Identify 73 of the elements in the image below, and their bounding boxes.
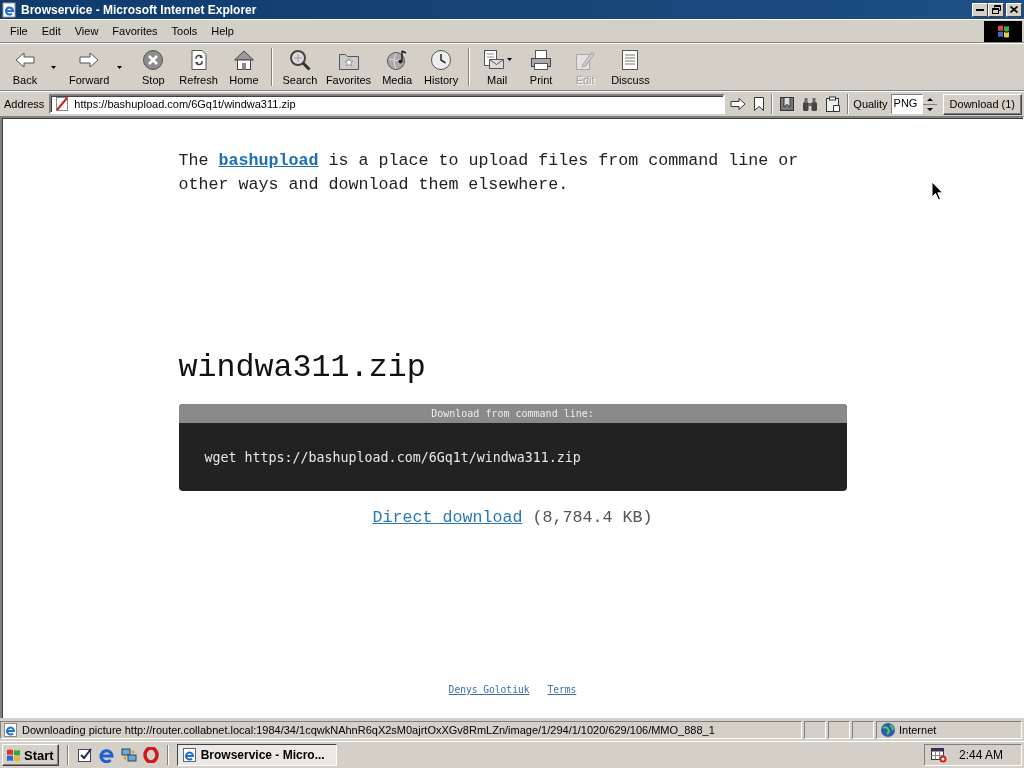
quality-label: Quality	[853, 98, 888, 110]
status-text: Downloading picture http://router.collabnet.local:1984/34/1cqwkNAhnR6qX2sM0ajrtOxXGv8RmLZn/image/1/294/1/1020/629/106/MMO_888_1	[22, 724, 715, 736]
quality-field[interactable]: PNG	[890, 94, 923, 114]
bashupload-link[interactable]: bashupload	[218, 151, 319, 170]
restore-icon	[991, 5, 1001, 14]
checkbox-icon[interactable]	[76, 747, 93, 763]
command-box-title: Download from command line:	[178, 404, 847, 423]
letter-o-icon[interactable]	[142, 747, 159, 763]
status-pane	[828, 721, 850, 739]
address-field[interactable]: https://bashupload.com/6Gq1t/windwa311.zip	[49, 94, 726, 114]
file-size: (8,784.4 KB)	[532, 507, 653, 529]
letter-e-icon[interactable]	[98, 747, 115, 763]
toolbar-button[interactable]: Favorites	[321, 45, 376, 89]
toolbar-button[interactable]: Stop	[131, 45, 176, 89]
download-button[interactable]: Download (1)	[942, 93, 1022, 115]
toolbar-button[interactable]: Search	[277, 45, 322, 89]
window-title: Browservice - Microsoft Internet Explorer	[21, 2, 257, 17]
restore-button[interactable]	[988, 2, 1004, 17]
monitors-icon[interactable]	[120, 747, 137, 763]
status-pane	[804, 721, 826, 739]
toolbar-button[interactable]: Media	[375, 45, 420, 89]
globe-note-icon	[386, 48, 409, 71]
page-icon	[54, 96, 71, 112]
flag-logo-icon	[984, 20, 1022, 42]
bookmark-icon	[753, 96, 766, 112]
menu-item[interactable]: View	[67, 25, 106, 37]
file-name-heading: windwa311.zip	[178, 349, 427, 388]
menu-item[interactable]: File	[3, 25, 35, 37]
toolbar-button[interactable]: Print	[519, 45, 564, 89]
globe-icon	[880, 722, 896, 738]
toolbar-button[interactable]: Back	[3, 45, 47, 89]
toolbar-button[interactable]: Discuss	[607, 45, 654, 89]
caret-icon	[506, 58, 512, 61]
status-pane	[852, 721, 874, 739]
menu-item[interactable]: Favorites	[105, 25, 165, 37]
toolbar-button[interactable]: Refresh	[175, 45, 222, 89]
minimize-button[interactable]	[972, 2, 988, 17]
minimize-icon	[976, 8, 984, 11]
right-arrow-icon	[730, 97, 747, 111]
toolbar-button[interactable]: Forward	[65, 45, 114, 89]
menu-item[interactable]: Edit	[34, 25, 68, 37]
menu-item[interactable]: Help	[204, 25, 241, 37]
caret-icon	[116, 65, 122, 69]
clock-text: 2:44 AM	[959, 748, 1004, 762]
clipboard-icon	[825, 96, 842, 112]
house-icon	[232, 48, 255, 71]
taskbar-button[interactable]: Browservice - Micro...	[176, 744, 337, 766]
close-icon	[1010, 6, 1018, 13]
binoculars-icon	[802, 96, 819, 112]
zone-label: Internet	[899, 724, 937, 736]
clock-icon	[430, 48, 453, 71]
calendar-icon[interactable]	[931, 747, 947, 763]
letter-e-icon	[181, 747, 198, 763]
toolbar-button[interactable]: Home	[221, 45, 266, 89]
mouse-pointer-icon	[931, 181, 944, 201]
caret-icon	[50, 65, 56, 69]
envelope-icon	[482, 48, 505, 71]
search-icon	[288, 48, 311, 71]
start-button[interactable]: Start	[2, 744, 59, 766]
command-text: wget https://bashupload.com/6Gq1t/windwa311.zip	[204, 449, 581, 465]
toolbar-button[interactable]: Mail	[475, 45, 520, 89]
direct-download-link[interactable]: Direct download	[372, 506, 523, 530]
stop-icon	[142, 48, 165, 71]
menu-item[interactable]: Tools	[164, 25, 205, 37]
flag-logo-icon	[6, 748, 22, 762]
bookmark-page-icon	[779, 96, 796, 112]
address-label: Address	[4, 98, 45, 110]
footer-link[interactable]: Terms	[547, 683, 577, 697]
toolbar-button[interactable]: History	[419, 45, 464, 89]
footer-link[interactable]: Denys Golotiuk	[448, 683, 530, 697]
close-button[interactable]	[1006, 2, 1022, 17]
printer-icon	[530, 48, 553, 71]
intro-text: The bashupload is a place to upload files from command line or other ways and download them elsewhere.	[178, 150, 800, 196]
